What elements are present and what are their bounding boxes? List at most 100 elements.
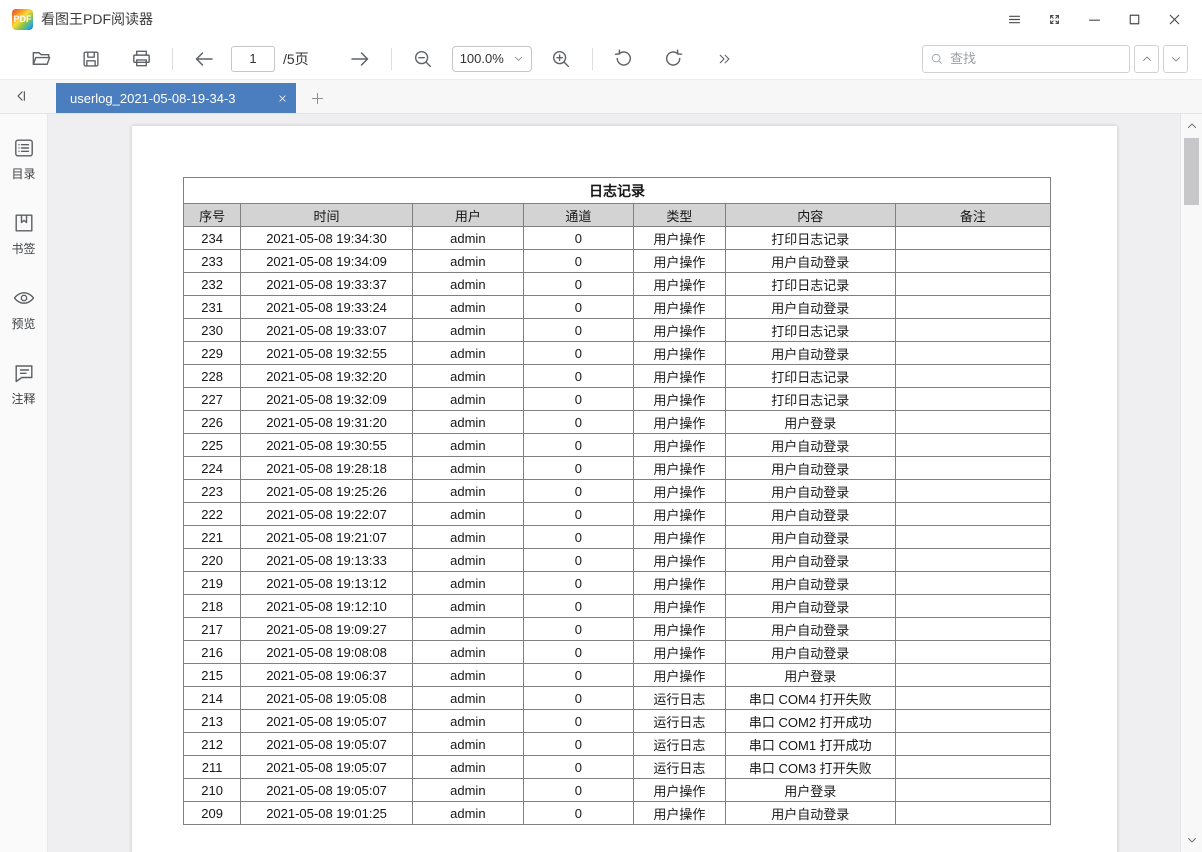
table-cell — [895, 434, 1050, 457]
search-box[interactable] — [922, 45, 1130, 73]
fullscreen-button[interactable] — [1034, 0, 1074, 38]
table-cell: 用户操作 — [633, 388, 725, 411]
table-cell: admin — [412, 273, 523, 296]
sidebar-item-bookmarks[interactable]: 书签 — [0, 211, 47, 257]
table-cell: 232 — [184, 273, 241, 296]
table-cell: 2021-05-08 19:32:20 — [241, 365, 413, 388]
table-row: 2242021-05-08 19:28:18admin0用户操作用户自动登录 — [184, 457, 1051, 480]
table-cell — [895, 342, 1050, 365]
table-row: 2332021-05-08 19:34:09admin0用户操作用户自动登录 — [184, 250, 1051, 273]
zoom-level-select[interactable]: 100.0% — [452, 46, 532, 72]
table-cell: 209 — [184, 802, 241, 825]
open-file-button[interactable] — [24, 42, 58, 76]
main-toolbar: /5页 100.0% — [0, 38, 1202, 80]
sidebar-item-toc[interactable]: 目录 — [0, 136, 47, 182]
tab-close-button[interactable] — [277, 93, 288, 104]
preview-eye-icon — [11, 286, 37, 310]
table-cell: 用户操作 — [633, 411, 725, 434]
table-cell: 0 — [523, 618, 633, 641]
table-cell: admin — [412, 595, 523, 618]
next-page-button[interactable] — [343, 42, 377, 76]
table-cell: 2021-05-08 19:05:07 — [241, 710, 413, 733]
table-cell: 用户操作 — [633, 802, 725, 825]
table-cell: 2021-05-08 19:08:08 — [241, 641, 413, 664]
table-cell — [895, 296, 1050, 319]
new-tab-button[interactable] — [302, 83, 332, 113]
table-cell: 216 — [184, 641, 241, 664]
table-cell: 用户操作 — [633, 572, 725, 595]
table-cell: 0 — [523, 273, 633, 296]
zoom-out-icon — [412, 48, 434, 70]
toolbar-separator — [172, 48, 173, 70]
maximize-button[interactable] — [1114, 0, 1154, 38]
table-row: 2092021-05-08 19:01:25admin0用户操作用户自动登录 — [184, 802, 1051, 825]
table-cell: 0 — [523, 549, 633, 572]
table-cell: admin — [412, 388, 523, 411]
collapse-sidebar-button[interactable] — [4, 79, 38, 113]
save-button[interactable] — [74, 42, 108, 76]
log-table-body: 2342021-05-08 19:34:30admin0用户操作打印日志记录23… — [184, 227, 1051, 825]
table-cell: 用户操作 — [633, 342, 725, 365]
left-sidebar: 目录 书签 预览 注释 — [0, 114, 48, 852]
log-table-header-row: 序号时间用户通道类型内容备注 — [184, 204, 1051, 227]
find-previous-button[interactable] — [1134, 45, 1159, 73]
table-row: 2272021-05-08 19:32:09admin0用户操作打印日志记录 — [184, 388, 1051, 411]
table-cell: admin — [412, 664, 523, 687]
table-row: 2162021-05-08 19:08:08admin0用户操作用户自动登录 — [184, 641, 1051, 664]
zoom-out-button[interactable] — [406, 42, 440, 76]
menu-button[interactable] — [994, 0, 1034, 38]
table-cell — [895, 641, 1050, 664]
table-cell — [895, 480, 1050, 503]
table-cell — [895, 710, 1050, 733]
rotate-left-button[interactable] — [607, 42, 641, 76]
rotate-right-button[interactable] — [657, 42, 691, 76]
save-icon — [80, 48, 102, 70]
table-cell: 打印日志记录 — [725, 319, 895, 342]
search-input[interactable] — [950, 51, 1122, 66]
sidebar-item-annotations[interactable]: 注释 — [0, 361, 47, 407]
zoom-in-button[interactable] — [544, 42, 578, 76]
scroll-down-button[interactable] — [1181, 831, 1202, 849]
table-cell: 用户操作 — [633, 595, 725, 618]
toolbar-separator — [391, 48, 392, 70]
table-cell: 0 — [523, 457, 633, 480]
table-cell: admin — [412, 687, 523, 710]
table-cell: admin — [412, 411, 523, 434]
table-row: 2122021-05-08 19:05:07admin0运行日志串口 COM1 … — [184, 733, 1051, 756]
table-row: 2102021-05-08 19:05:07admin0用户操作用户登录 — [184, 779, 1051, 802]
table-cell: 用户自动登录 — [725, 342, 895, 365]
scroll-up-button[interactable] — [1181, 117, 1202, 135]
table-cell: 用户自动登录 — [725, 526, 895, 549]
hamburger-icon — [1006, 11, 1023, 28]
scrollbar-thumb[interactable] — [1184, 138, 1199, 205]
table-cell: 224 — [184, 457, 241, 480]
find-next-button[interactable] — [1163, 45, 1188, 73]
table-cell: 打印日志记录 — [725, 227, 895, 250]
more-tools-button[interactable] — [707, 42, 741, 76]
page-total-label: /5页 — [283, 49, 309, 69]
minimize-button[interactable] — [1074, 0, 1114, 38]
document-viewport[interactable]: 日志记录 序号时间用户通道类型内容备注 2342021-05-08 19:34:… — [48, 114, 1202, 852]
table-cell — [895, 549, 1050, 572]
table-cell — [895, 227, 1050, 250]
table-row: 2142021-05-08 19:05:08admin0运行日志串口 COM4 … — [184, 687, 1051, 710]
tab-userlog[interactable]: userlog_2021-05-08-19-34-3 — [56, 83, 296, 113]
table-row: 2212021-05-08 19:21:07admin0用户操作用户自动登录 — [184, 526, 1051, 549]
close-icon — [1166, 11, 1183, 28]
page-number-input[interactable] — [231, 46, 275, 72]
print-button[interactable] — [124, 42, 158, 76]
search-area — [922, 45, 1188, 73]
vertical-scrollbar[interactable] — [1180, 114, 1202, 852]
table-cell: 用户操作 — [633, 503, 725, 526]
table-cell: 运行日志 — [633, 756, 725, 779]
table-cell: 220 — [184, 549, 241, 572]
table-cell — [895, 756, 1050, 779]
prev-page-button[interactable] — [187, 42, 221, 76]
table-cell: 0 — [523, 503, 633, 526]
table-row: 2302021-05-08 19:33:07admin0用户操作打印日志记录 — [184, 319, 1051, 342]
table-cell: admin — [412, 526, 523, 549]
close-icon — [277, 93, 288, 104]
sidebar-item-preview[interactable]: 预览 — [0, 286, 47, 332]
close-button[interactable] — [1154, 0, 1194, 38]
table-cell: admin — [412, 296, 523, 319]
